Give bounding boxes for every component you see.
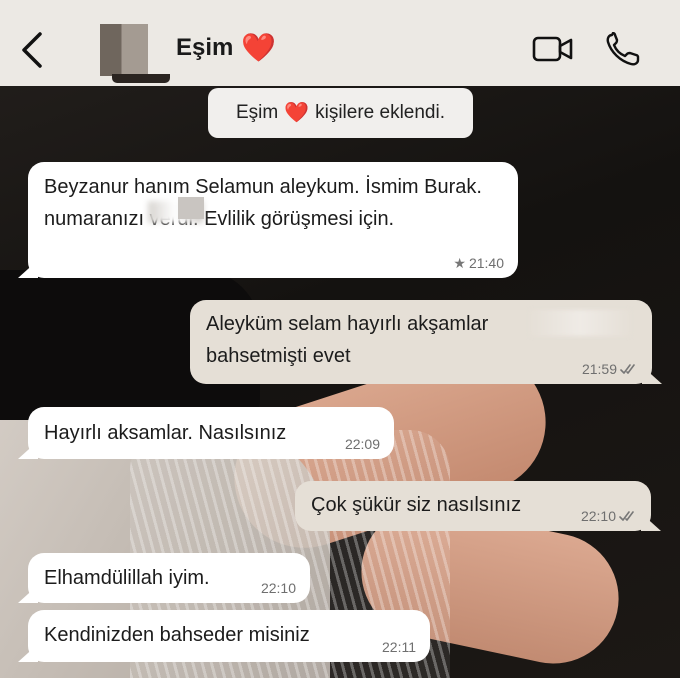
message-time: 22:10 [580,508,616,524]
system-message-text: kişilere eklendi. [315,102,446,123]
avatar[interactable] [100,24,148,76]
message-time: 22:10 [260,580,296,596]
avatar-shadow [112,74,170,83]
message-time: 21:40 [468,255,504,271]
message-bubble-outgoing[interactable]: Çok şükür siz nasılsınız 22:10 [295,481,651,531]
message-text: Kendinizden bahseder misiniz [44,624,310,646]
heart-emoji: ❤️ [241,32,277,63]
message-bubble-incoming[interactable]: Hayırlı aksamlar. Nasılsınız 22:09 [28,407,394,459]
redacted-blur [178,197,204,219]
message-text: Hayırlı aksamlar. Nasılsınız [44,422,287,444]
redacted-blur [530,310,630,336]
message-meta: 22:10 [261,581,296,595]
message-bubble-incoming[interactable]: Beyzanur hanım Selamun aleykum. İsmim Bu… [28,162,518,278]
message-text: Beyzanur hanım Selamun aleykum. İsmim Bu… [44,176,488,230]
message-meta: 22:10 [581,509,637,523]
message-bubble-outgoing[interactable]: Aleyküm selam hayırlı akşamlar bahsetmiş… [190,300,652,384]
chevron-left-icon[interactable] [18,30,48,70]
message-text: Aleyküm selam hayırlı akşamlar bahsetmiş… [206,313,489,367]
message-bubble-incoming[interactable]: Kendinizden bahseder misiniz 22:11 [28,610,430,662]
video-camera-icon[interactable] [532,34,574,64]
heart-emoji: ❤️ [284,102,310,124]
system-message: Eşim ❤️ kişilere eklendi. [208,88,473,138]
read-receipt-icon [620,364,635,374]
message-meta: ★ 21:40 [453,256,504,270]
contact-name: Eşim [176,34,234,61]
phone-icon[interactable] [604,31,644,68]
contact-title[interactable]: Eşim ❤️ [176,34,276,62]
star-icon: ★ [453,255,466,271]
message-bubble-incoming[interactable]: Elhamdülillah iyim. 22:10 [28,553,310,603]
message-time: 21:59 [581,361,617,377]
message-meta: 22:09 [345,437,380,451]
message-meta: 22:11 [382,640,416,654]
chat-header: Eşim ❤️ [0,0,680,86]
message-time: 22:09 [344,436,380,452]
read-receipt-icon [619,511,634,521]
message-time: 22:11 [382,639,416,655]
message-text: Elhamdülillah iyim. [44,567,210,589]
message-meta: 21:59 [582,362,638,376]
system-contact-name: Eşim [235,102,279,123]
